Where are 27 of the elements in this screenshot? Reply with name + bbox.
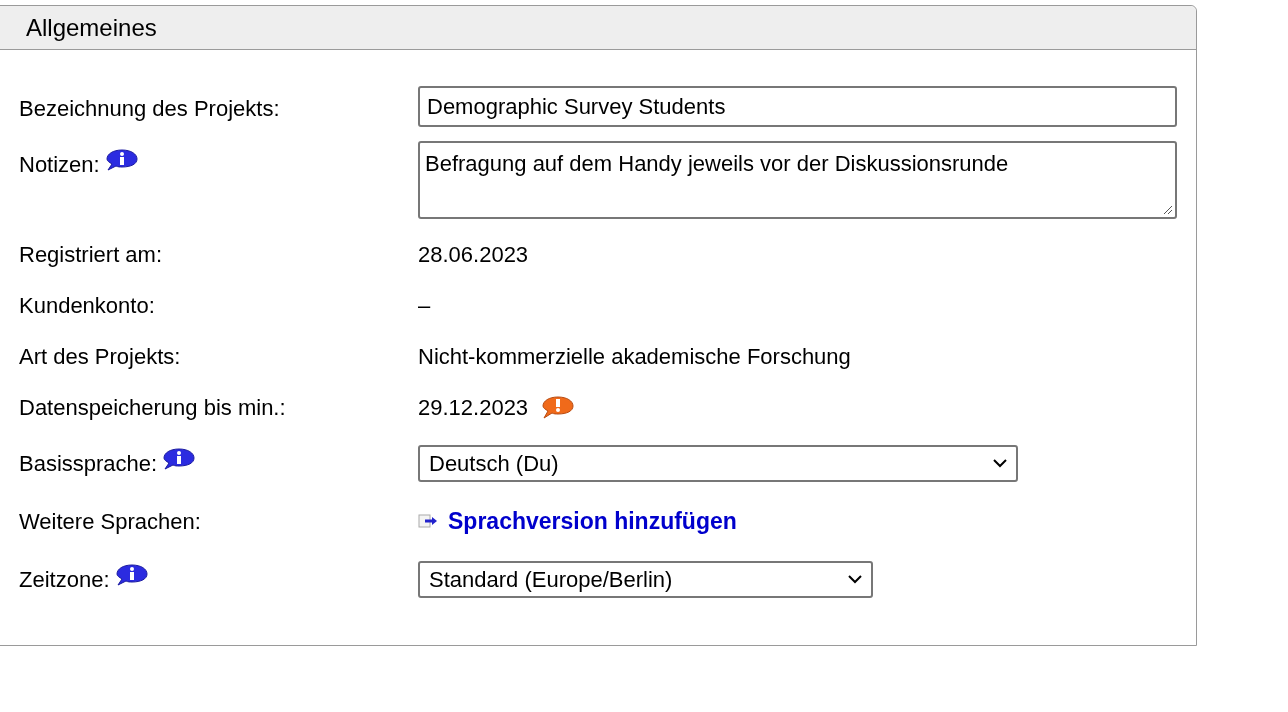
info-icon[interactable] [163, 447, 196, 470]
panel-title: Allgemeines [26, 12, 157, 43]
field-value: Nicht-kommerzielle akademische Forschung [418, 343, 851, 371]
project-name-field[interactable]: Demographic Survey Students [418, 86, 1177, 127]
field-label: Bezeichnung des Projekts: [19, 95, 280, 123]
dropdown[interactable]: Standard (Europe/Berlin) [418, 560, 873, 598]
add-link-icon [418, 513, 438, 529]
field-value: 28.06.2023 [418, 241, 529, 269]
field-label: Registriert am: [19, 241, 163, 269]
field-value: 29.12.2023 [418, 394, 529, 422]
notes-field[interactable]: Befragung auf dem Handy jeweils vor der Diskussionsrunde [418, 141, 1177, 219]
notes-text: Befragung auf dem Handy jeweils vor der Diskussionsrunde [425, 151, 1009, 176]
chevron-down-icon [992, 458, 1008, 468]
chevron-down-icon [847, 574, 863, 584]
resize-grip-icon[interactable] [1161, 203, 1173, 215]
info-icon[interactable] [105, 149, 138, 171]
field-label: Basissprache: [19, 449, 158, 478]
field-label: Art des Projekts: [19, 343, 181, 371]
field-label: Notizen: [19, 151, 100, 179]
field-value: – [418, 292, 431, 320]
dropdown[interactable]: Deutsch (Du) [418, 444, 1018, 482]
info-icon[interactable] [115, 563, 148, 586]
field-label: Datenspeicherung bis min.: [19, 394, 286, 422]
field-label: Kundenkonto: [19, 292, 155, 320]
field-label: Zeitzone: [19, 565, 110, 594]
field-label: Weitere Sprachen: [19, 507, 201, 536]
add-language-link[interactable]: Sprachversion hinzufügen [448, 503, 737, 539]
